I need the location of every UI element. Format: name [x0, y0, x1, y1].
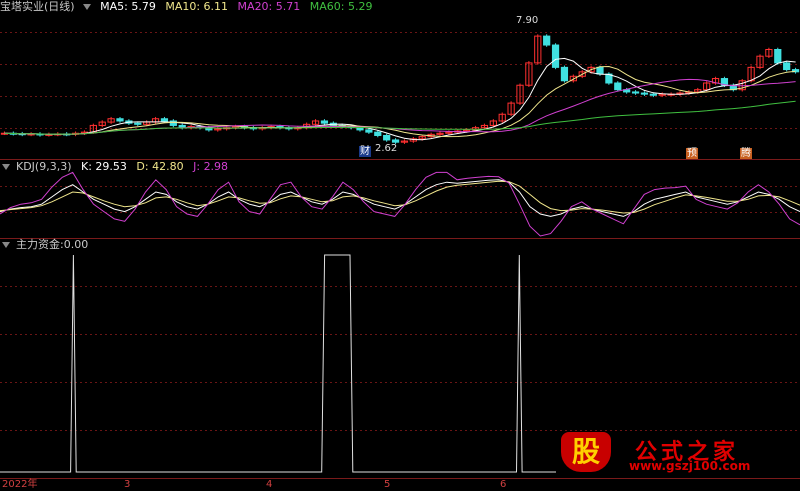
candle-body: [134, 122, 142, 125]
ma10-label: MA10: 6.11: [165, 0, 228, 13]
ma5-value: 5.79: [131, 0, 156, 13]
ma20-key: MA20:: [237, 0, 273, 13]
kdj-k-value: 29.53: [95, 160, 127, 173]
watermark-url: www.gszj100.com: [629, 459, 751, 473]
axis-line: [0, 478, 800, 479]
candlestick-chart: [0, 32, 800, 144]
ma20-line: [4, 78, 796, 135]
candle-body: [320, 120, 329, 124]
signal-teng: 腾: [740, 148, 752, 159]
ma10-line: [4, 65, 796, 138]
kdj-j-line: [0, 171, 800, 237]
logo-icon: 股: [561, 432, 611, 472]
candle-body: [160, 118, 169, 122]
kdj-j-key: J:: [193, 160, 201, 173]
x-tick-label: 3: [124, 479, 131, 490]
x-tick-label: 2022年: [2, 479, 38, 490]
ma5-line: [4, 57, 796, 141]
candle-body: [649, 93, 657, 96]
kdj-title: KDJ(9,3,3): [16, 160, 72, 173]
kdj-d-line: [0, 180, 800, 214]
candle-body: [365, 129, 373, 133]
ma10-value: 6.11: [203, 0, 229, 13]
candle-body: [560, 66, 569, 82]
candle-body: [631, 91, 640, 94]
high-price-label: 7.90: [516, 15, 539, 26]
candle-body: [614, 82, 622, 91]
chevron-down-icon[interactable]: [2, 242, 10, 248]
stock-title: 宝塔实业(日线): [0, 0, 75, 13]
candle-body: [551, 44, 560, 68]
candle-body: [169, 120, 177, 126]
kdj-panel[interactable]: KDJ(9,3,3) K: 29.53 D: 42.80 J: 2.98: [0, 160, 800, 238]
candle-body: [783, 62, 791, 71]
candle-body: [596, 66, 604, 75]
kdj-k-key: K:: [81, 160, 92, 173]
x-tick-label: 6: [500, 479, 507, 490]
candle-body: [543, 35, 551, 46]
ma60-value: 5.29: [347, 0, 373, 13]
kdj-d-key: D:: [136, 160, 149, 173]
ma60-key: MA60:: [309, 0, 345, 13]
ma60-label: MA60: 5.29: [310, 0, 373, 13]
signal-cai: 财: [359, 146, 371, 157]
price-header: 宝塔实业(日线) MA5: 5.79 MA10: 6.11 MA20: 5.71…: [0, 0, 378, 14]
candle-body: [774, 49, 782, 64]
signal-yu: 预: [686, 148, 698, 159]
fund-header: 主力资金:0.00: [0, 238, 94, 252]
fund-title: 主力资金: [16, 238, 60, 251]
kdj-j: J: 2.98: [193, 160, 228, 173]
price-panel[interactable]: 宝塔实业(日线) MA5: 5.79 MA10: 6.11 MA20: 5.71…: [0, 0, 800, 160]
x-tick-label: 5: [384, 479, 391, 490]
candle-body: [391, 139, 400, 143]
kdj-d-value: 42.80: [152, 160, 184, 173]
fund-line: [0, 254, 556, 473]
ma5-key: MA5:: [100, 0, 128, 13]
watermark: 股 公式之家 www.gszj100.com: [555, 432, 795, 473]
ma20-value: 5.71: [275, 0, 301, 13]
candle-body: [116, 118, 124, 122]
fund-value: :0.00: [60, 238, 89, 251]
x-axis: 2022年 3 4 5 6: [0, 478, 800, 490]
low-price-label: 2.62: [375, 143, 398, 154]
candle-body: [383, 134, 391, 141]
ma20-label: MA20: 5.71: [238, 0, 301, 13]
candle-body: [374, 131, 382, 136]
chevron-down-icon[interactable]: [2, 164, 10, 170]
chevron-down-icon[interactable]: [82, 4, 91, 10]
ma10-key: MA10:: [165, 0, 201, 13]
kdj-d: D: 42.80: [136, 160, 183, 173]
kdj-header: KDJ(9,3,3) K: 29.53 D: 42.80 J: 2.98: [0, 160, 234, 174]
ma5-label: MA5: 5.79: [100, 0, 156, 13]
kdj-j-value: 2.98: [203, 160, 229, 173]
x-tick-label: 4: [266, 479, 273, 490]
kdj-k: K: 29.53: [81, 160, 127, 173]
candle-body: [640, 92, 649, 95]
